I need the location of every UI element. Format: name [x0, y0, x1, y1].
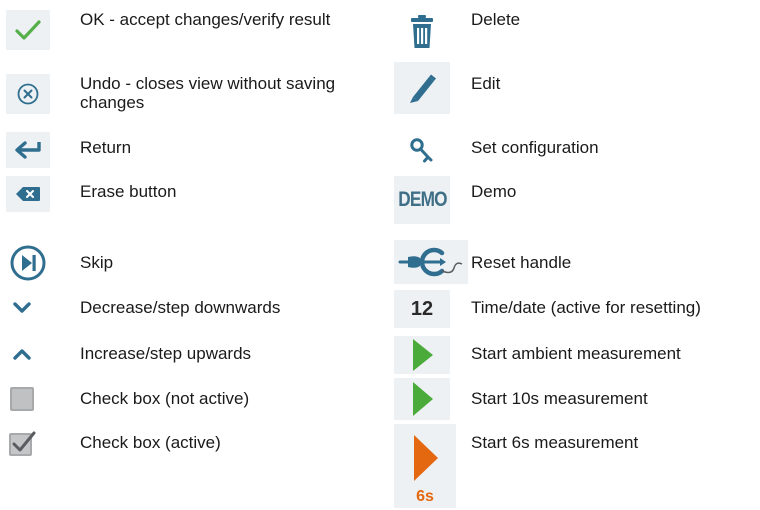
edit-label: Edit — [471, 74, 501, 93]
chevron-down-icon — [6, 294, 38, 322]
return-arrow-icon — [6, 132, 50, 168]
play-orange-6s-icon: 6s — [394, 424, 456, 508]
pencil-icon — [394, 62, 450, 114]
demo-icon: DEMO — [394, 176, 450, 224]
time-date-icon: 12 — [394, 290, 450, 328]
checkbox-inactive-icon — [6, 383, 38, 415]
undo-label: Undo - closes view without saving change… — [80, 74, 336, 112]
ambient-label: Start ambient measurement — [471, 344, 681, 363]
play-green-icon — [394, 378, 450, 420]
undo-circle-x-icon — [6, 74, 50, 114]
checkbox-active-label: Check box (active) — [80, 433, 221, 452]
increase-label: Increase/step upwards — [80, 344, 252, 363]
skip-icon — [6, 241, 50, 285]
key-icon — [394, 130, 450, 174]
six-s-label: Start 6s measurement — [471, 433, 639, 452]
erase-label: Erase button — [80, 182, 177, 201]
chevron-up-icon — [6, 340, 38, 368]
reset-handle-label: Reset handle — [471, 253, 572, 272]
config-label: Set configuration — [471, 138, 599, 157]
checkbox-inactive-label: Check box (not active) — [80, 389, 250, 408]
reset-handle-icon — [394, 240, 468, 284]
time-date-label: Time/date (active for resetting) — [471, 298, 701, 317]
ten-s-label: Start 10s measurement — [471, 389, 648, 408]
delete-label: Delete — [471, 10, 521, 29]
six-s-icon-text: 6s — [416, 488, 434, 505]
demo-label: Demo — [471, 182, 517, 201]
ok-label: OK - accept changes/verify result — [80, 10, 331, 29]
erase-backspace-icon — [6, 176, 50, 212]
skip-label: Skip — [80, 253, 114, 272]
checkmark-icon — [6, 10, 50, 50]
time-date-icon-text: 12 — [410, 297, 434, 320]
trash-icon — [394, 6, 450, 58]
checkbox-active-icon — [6, 427, 38, 459]
decrease-label: Decrease/step downwards — [80, 298, 281, 317]
return-label: Return — [80, 138, 132, 157]
play-green-icon — [394, 336, 450, 374]
demo-icon-text: DEMO — [397, 188, 447, 211]
